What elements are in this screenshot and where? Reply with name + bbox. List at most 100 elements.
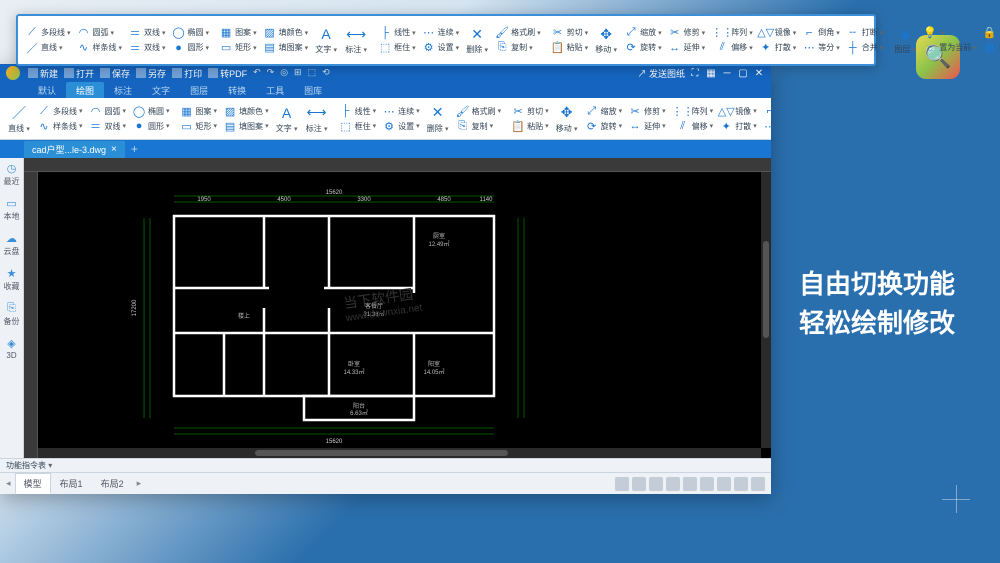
menu-绘图[interactable]: 绘图 <box>66 82 104 98</box>
chevron-down-icon[interactable]: ▾ <box>46 461 52 470</box>
osnap-icon[interactable] <box>700 477 714 491</box>
tool-框住[interactable]: ⬚框住▾ <box>378 41 416 55</box>
tool-倒角[interactable]: ⌐倒角▾ <box>763 104 771 118</box>
qat-icon[interactable]: ↷ <box>265 67 277 80</box>
tool-修剪[interactable]: ✂修剪▾ <box>628 104 666 118</box>
qat-打印[interactable]: 打印 <box>170 67 204 80</box>
qat-保存[interactable]: 保存 <box>98 67 132 80</box>
tool-样条线[interactable]: ∿样条线▾ <box>77 41 123 55</box>
tool-填图案[interactable]: ▤填图案▾ <box>223 119 269 133</box>
qat-icon[interactable]: ↶ <box>251 67 263 80</box>
close-button[interactable]: ✕ <box>753 67 765 79</box>
tool-文字[interactable]: A文字 ▾ <box>272 100 302 137</box>
tool-打散[interactable]: ✦打散▾ <box>759 41 797 55</box>
tool-[interactable]: 💡▾ <box>923 26 977 40</box>
tool-文字[interactable]: A文字 ▾ <box>311 18 341 62</box>
qat-icon[interactable]: ⬚ <box>306 67 319 80</box>
polar-icon[interactable] <box>683 477 697 491</box>
layout-icon[interactable]: ▦ <box>705 67 717 79</box>
tab-close-icon[interactable]: × <box>111 144 117 155</box>
qat-转PDF[interactable]: 转PDF <box>206 67 249 80</box>
minimize-button[interactable]: ─ <box>721 67 733 79</box>
tool-阵列[interactable]: ⋮⋮阵列▾ <box>676 104 714 118</box>
menu-文字[interactable]: 文字 <box>142 82 180 98</box>
sidebar-云盘[interactable]: ☁云盘 <box>4 232 20 257</box>
qat-新建[interactable]: 新建 <box>26 67 60 80</box>
tool-打断[interactable]: ╌打断▾ <box>846 26 884 40</box>
command-bar[interactable]: 功能指令表 ▾ <box>0 458 771 472</box>
tool-填颜色[interactable]: ▨填颜色▾ <box>223 104 269 118</box>
tool-等分[interactable]: ⋯等分▾ <box>763 119 771 133</box>
tool-移动[interactable]: ✥移动 ▾ <box>552 100 582 137</box>
tool-填颜色[interactable]: ▨填颜色▾ <box>263 26 309 40</box>
tool-椭圆[interactable]: ◯椭圆▾ <box>132 104 170 118</box>
tool-标注[interactable]: ⟷标注 ▾ <box>302 100 332 137</box>
qat-打开[interactable]: 打开 <box>62 67 96 80</box>
menu-转换[interactable]: 转换 <box>218 82 256 98</box>
drawing-canvas[interactable]: 15620 19504500 33004850 1140 17200 15620… <box>24 158 771 458</box>
tool-设置[interactable]: ⚙设置▾ <box>422 41 460 55</box>
menu-标注[interactable]: 标注 <box>104 82 142 98</box>
snap-icon[interactable] <box>649 477 663 491</box>
tool-延伸[interactable]: ↔延伸▾ <box>668 41 706 55</box>
tool-圆形[interactable]: ●圆形▾ <box>172 41 210 55</box>
tool-剪切[interactable]: ✂剪切▾ <box>511 104 549 118</box>
tool-双线[interactable]: ＝双线▾ <box>128 26 166 40</box>
document-tab[interactable]: cad户型...le-3.dwg × <box>24 141 125 158</box>
tool-镜像[interactable]: △▽镜像▾ <box>759 26 797 40</box>
tool-双线[interactable]: ＝双线▾ <box>89 119 127 133</box>
sidebar-3D[interactable]: ◈3D <box>6 337 16 360</box>
sidebar-最近[interactable]: ◷最近 <box>4 162 20 187</box>
send-drawing-button[interactable]: ↗ 发送图纸 <box>637 67 685 80</box>
tool-粘贴[interactable]: 📋粘贴▾ <box>551 41 589 55</box>
menu-图库[interactable]: 图库 <box>294 82 332 98</box>
sync-icon[interactable] <box>751 477 765 491</box>
vertical-scrollbar[interactable] <box>761 172 771 448</box>
tool-剪切[interactable]: ✂剪切▾ <box>551 26 589 40</box>
tool-直线[interactable]: ／直线 ▾ <box>4 100 34 137</box>
tool-样条线[interactable]: ∿样条线▾ <box>37 119 83 133</box>
tool-倒角[interactable]: ⌐倒角▾ <box>802 26 840 40</box>
tool-置为当前[interactable]: ☼置为当前▾ <box>923 41 977 55</box>
tool-多段线[interactable]: ⟋多段线▾ <box>37 104 83 118</box>
qat-icon[interactable]: ◎ <box>278 67 290 80</box>
expand-icon[interactable]: ⛶ <box>689 67 701 79</box>
add-tab-button[interactable]: + <box>125 142 144 156</box>
tool-圆弧[interactable]: ◠圆弧▾ <box>77 26 123 40</box>
tool-合并[interactable]: ┼合并▾ <box>846 41 884 55</box>
search-icon[interactable] <box>615 477 629 491</box>
tool-全选[interactable]: ▦全选▾ <box>983 41 1000 55</box>
tool-阵列[interactable]: ⋮⋮阵列▾ <box>715 26 753 40</box>
tool-移动[interactable]: ✥移动 ▾ <box>591 18 621 62</box>
horizontal-scrollbar[interactable] <box>38 448 761 458</box>
tool-连续[interactable]: ⋯连续▾ <box>382 104 420 118</box>
qat-另存[interactable]: 另存 <box>134 67 168 80</box>
tool-延伸[interactable]: ↔延伸▾ <box>628 119 666 133</box>
tool-偏移[interactable]: ⫽偏移▾ <box>676 119 714 133</box>
tool-直线[interactable]: ／直线▾ <box>25 41 71 55</box>
nav-prev-icon[interactable]: ◂ <box>6 478 11 489</box>
tool-圆弧[interactable]: ◠圆弧▾ <box>89 104 127 118</box>
tool-矩形[interactable]: ▭矩形▾ <box>219 41 257 55</box>
tool-格式刷[interactable]: 🖌格式刷▾ <box>456 104 502 118</box>
tool-等分[interactable]: ⋯等分▾ <box>802 41 840 55</box>
tool-图案[interactable]: ▦图案▾ <box>219 26 257 40</box>
menu-图层[interactable]: 图层 <box>180 82 218 98</box>
qat-icon[interactable]: ⊞ <box>292 67 304 80</box>
tool-图案[interactable]: ▦图案▾ <box>180 104 218 118</box>
tool-[interactable]: 🔒▾ <box>983 26 1000 40</box>
settings-icon[interactable] <box>717 477 731 491</box>
tool-多段线[interactable]: ⟋多段线▾ <box>25 26 71 40</box>
tool-椭圆[interactable]: ◯椭圆▾ <box>172 26 210 40</box>
tool-双线[interactable]: ＝双线▾ <box>128 41 166 55</box>
tool-复制[interactable]: ⎘复制▾ <box>495 41 541 55</box>
view-tab-模型[interactable]: 模型 <box>15 473 51 494</box>
tool-旋转[interactable]: ⟳旋转▾ <box>585 119 623 133</box>
sidebar-备份[interactable]: ⎘备份 <box>4 302 20 327</box>
tool-连续[interactable]: ⋯连续▾ <box>422 26 460 40</box>
menu-默认[interactable]: 默认 <box>28 82 66 98</box>
tool-矩形[interactable]: ▭矩形▾ <box>180 119 218 133</box>
view-tab-布局2[interactable]: 布局2 <box>92 473 133 494</box>
tool-图层[interactable]: ◈图层 ▾ <box>890 18 920 62</box>
ortho-icon[interactable] <box>666 477 680 491</box>
